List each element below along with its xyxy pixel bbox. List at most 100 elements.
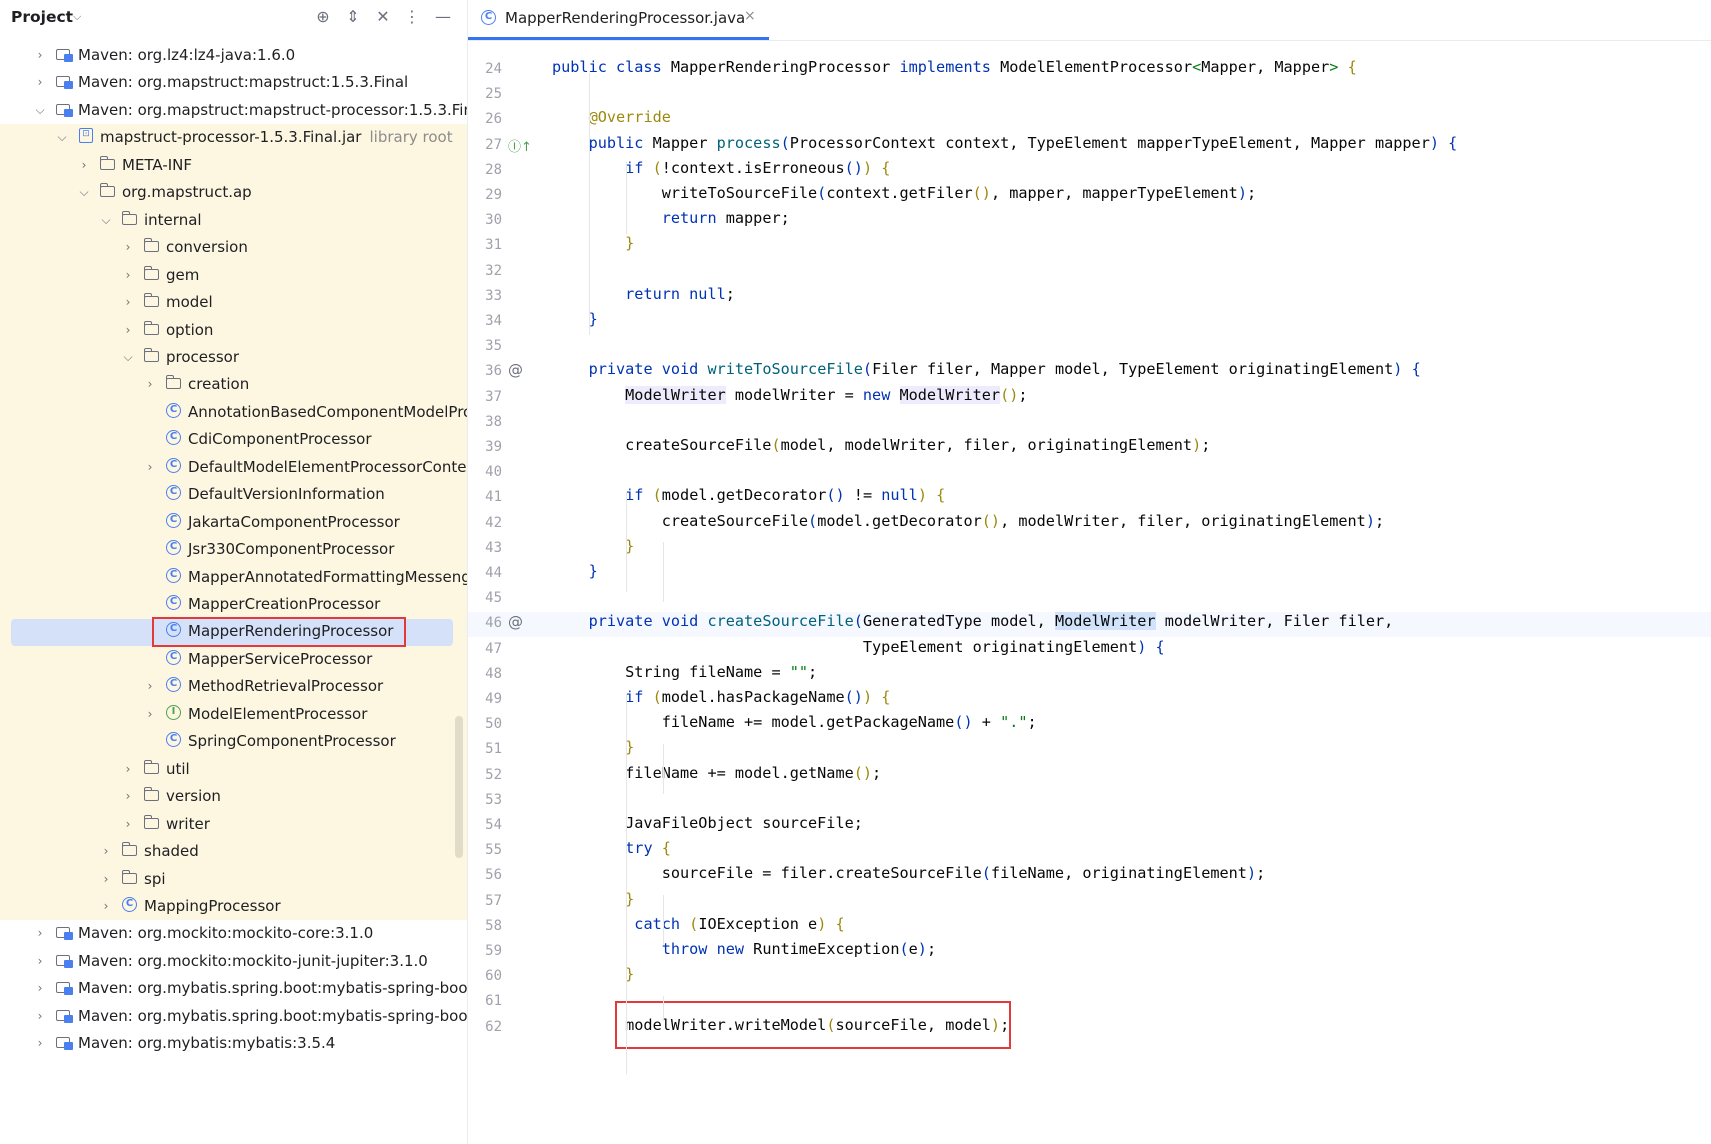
tree-item[interactable]: › Maven: org.mockito:mockito-junit-jupite…	[0, 948, 467, 976]
tree-item[interactable]: › spi	[0, 866, 467, 894]
tree-item[interactable]: C MapperCreationProcessor	[0, 591, 467, 619]
tree-item[interactable]: ⌵ processor	[0, 344, 467, 372]
chevron-right-icon[interactable]: ›	[99, 869, 113, 889]
tree-item[interactable]: C Jsr330ComponentProcessor	[0, 536, 467, 564]
code-line[interactable]: if (!context.isErroneous()) {	[552, 159, 890, 177]
chevron-right-icon[interactable]: ›	[143, 676, 157, 696]
chevron-down-icon[interactable]: ⌵	[77, 182, 91, 202]
code-line[interactable]: fileName += model.getName();	[552, 764, 881, 782]
code-line[interactable]: }	[552, 890, 634, 908]
hide-icon[interactable]: —	[433, 7, 453, 27]
chevron-right-icon[interactable]: ›	[121, 320, 135, 340]
implements-gutter-icon[interactable]: Ⓘ↑	[508, 136, 532, 155]
code-line[interactable]: private void createSourceFile(GeneratedT…	[552, 612, 1393, 631]
code-line[interactable]: sourceFile = filer.createSourceFile(file…	[552, 864, 1266, 882]
code-line[interactable]: ModelWriter modelWriter = new ModelWrite…	[552, 385, 1028, 404]
tree-item[interactable]: › Maven: org.lz4:lz4-java:1.6.0	[0, 42, 467, 70]
chevron-right-icon[interactable]: ›	[143, 457, 157, 477]
code-line[interactable]: catch (IOException e) {	[552, 915, 844, 933]
close-icon[interactable]: ×	[744, 8, 756, 24]
code-line[interactable]: TypeElement originatingElement) {	[552, 638, 1165, 656]
code-line[interactable]: }	[552, 537, 634, 555]
tree-item[interactable]: ⌵ ⊡ mapstruct-processor-1.5.3.Final.jar lib…	[0, 124, 467, 152]
chevron-right-icon[interactable]: ›	[33, 951, 47, 971]
chevron-right-icon[interactable]: ›	[121, 786, 135, 806]
tree-item[interactable]: › Maven: org.mockito:mockito-core:3.1.0	[0, 920, 467, 948]
code-line[interactable]: }	[552, 234, 634, 252]
chevron-right-icon[interactable]: ›	[99, 896, 113, 916]
tree-item[interactable]: C MapperServiceProcessor	[0, 646, 467, 674]
tree-item[interactable]: › model	[0, 289, 467, 317]
code-line[interactable]: JavaFileObject sourceFile;	[552, 814, 863, 832]
more-icon[interactable]: ⋮	[402, 7, 422, 27]
tree-item[interactable]: › C MethodRetrievalProcessor	[0, 673, 467, 701]
code-line[interactable]: try {	[552, 839, 671, 857]
code-line[interactable]: }	[552, 738, 634, 756]
tree-item[interactable]: › Maven: org.mapstruct:mapstruct:1.5.3.Fi…	[0, 69, 467, 97]
chevron-right-icon[interactable]: ›	[121, 237, 135, 257]
chevron-right-icon[interactable]: ›	[33, 1033, 47, 1053]
tree-item[interactable]: › gem	[0, 262, 467, 290]
tree-item[interactable]: ⌵ internal	[0, 207, 467, 235]
code-line[interactable]: }	[552, 562, 598, 580]
tree-item[interactable]: › Maven: org.mybatis:mybatis:3.5.4	[0, 1030, 467, 1058]
chevron-down-icon[interactable]: ⌵	[121, 347, 135, 367]
project-scrollbar[interactable]	[455, 716, 463, 858]
tree-item[interactable]: C CdiComponentProcessor	[0, 426, 467, 454]
chevron-right-icon[interactable]: ›	[99, 841, 113, 861]
chevron-down-icon[interactable]: ⌵	[99, 210, 113, 230]
tree-item[interactable]: › I ModelElementProcessor	[0, 701, 467, 729]
tree-item[interactable]: C DefaultVersionInformation	[0, 481, 467, 509]
tree-item[interactable]: › writer	[0, 811, 467, 839]
code-line[interactable]: public Mapper process(ProcessorContext c…	[552, 134, 1458, 152]
tree-item[interactable]: ⌵ Maven: org.mapstruct:mapstruct-processo…	[0, 97, 467, 125]
chevron-right-icon[interactable]: ›	[33, 1006, 47, 1026]
tree-item[interactable]: › C MappingProcessor	[0, 893, 467, 921]
chevron-right-icon[interactable]: ›	[121, 265, 135, 285]
tree-item[interactable]: › Maven: org.mybatis.spring.boot:mybatis-…	[0, 975, 467, 1003]
code-line[interactable]: fileName += model.getPackageName() + "."…	[552, 713, 1037, 731]
usages-gutter-icon[interactable]: @	[508, 361, 523, 379]
tree-item[interactable]: C MapperAnnotatedFormattingMessenger	[0, 564, 467, 592]
code-line[interactable]: if (model.hasPackageName()) {	[552, 688, 890, 706]
code-line[interactable]: writeToSourceFile(context.getFiler(), ma…	[552, 184, 1256, 202]
chevron-down-icon[interactable]: ⌵	[73, 10, 81, 24]
code-line[interactable]: throw new RuntimeException(e);	[552, 940, 936, 958]
chevron-right-icon[interactable]: ›	[33, 923, 47, 943]
code-line[interactable]: return mapper;	[552, 209, 790, 227]
tree-item[interactable]: ⌵ org.mapstruct.ap	[0, 179, 467, 207]
collapse-all-icon[interactable]: ✕	[373, 7, 393, 27]
tree-item[interactable]: C AnnotationBasedComponentModelProcessor	[0, 399, 467, 427]
tree-item[interactable]: C JakartaComponentProcessor	[0, 509, 467, 537]
tree-item[interactable]: › util	[0, 756, 467, 784]
tree-item[interactable]: › version	[0, 783, 467, 811]
chevron-right-icon[interactable]: ›	[121, 759, 135, 779]
code-line[interactable]: private void writeToSourceFile(Filer fil…	[552, 360, 1421, 378]
chevron-down-icon[interactable]: ⌵	[55, 127, 69, 147]
tree-item[interactable]: › conversion	[0, 234, 467, 262]
chevron-right-icon[interactable]: ›	[33, 72, 47, 92]
tree-item[interactable]: C SpringComponentProcessor	[0, 728, 467, 756]
chevron-right-icon[interactable]: ›	[77, 155, 91, 175]
tree-item[interactable]: › Maven: org.mybatis.spring.boot:mybatis-…	[0, 1003, 467, 1031]
code-line[interactable]: }	[552, 965, 634, 983]
tree-item[interactable]: › creation	[0, 371, 467, 399]
tree-item[interactable]: › shaded	[0, 838, 467, 866]
chevron-right-icon[interactable]: ›	[33, 978, 47, 998]
code-line[interactable]: @Override	[552, 108, 671, 126]
tree-item[interactable]: › option	[0, 317, 467, 345]
code-line[interactable]: createSourceFile(model.getDecorator(), m…	[552, 512, 1384, 530]
chevron-right-icon[interactable]: ›	[143, 704, 157, 724]
code-line[interactable]: return null;	[552, 285, 735, 303]
chevron-right-icon[interactable]: ›	[121, 292, 135, 312]
chevron-right-icon[interactable]: ›	[33, 45, 47, 65]
tree-item[interactable]: › C DefaultModelElementProcessorContext	[0, 454, 467, 482]
tree-item[interactable]: › META-INF	[0, 152, 467, 180]
code-line[interactable]: createSourceFile(model, modelWriter, fil…	[552, 436, 1210, 454]
code-line[interactable]: public class MapperRenderingProcessor im…	[552, 58, 1357, 76]
project-panel-title[interactable]: Project	[11, 8, 73, 26]
code-line[interactable]: if (model.getDecorator() != null) {	[552, 486, 945, 504]
code-line[interactable]: String fileName = "";	[552, 663, 817, 681]
locate-icon[interactable]: ⊕	[313, 7, 333, 27]
code-line[interactable]: }	[552, 310, 598, 328]
